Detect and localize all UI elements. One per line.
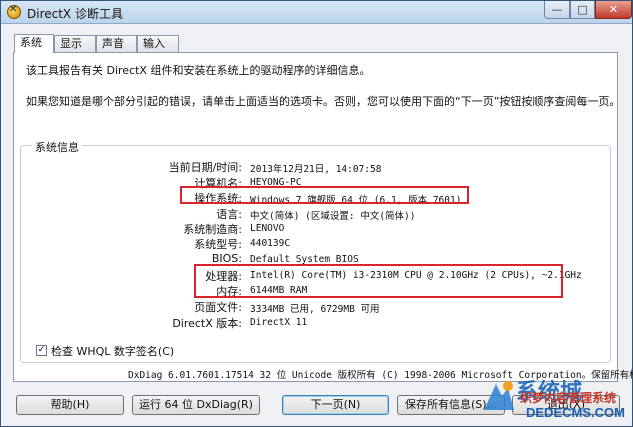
system-info-group-label: 系统信息	[32, 139, 82, 155]
directx-icon	[7, 4, 21, 19]
row-label-language: 语言:	[216, 208, 242, 221]
window-title: DirectX 诊断工具	[27, 7, 123, 21]
row-value-datetime: 2013年12月21日, 14:07:58	[250, 164, 382, 175]
whql-checkbox-label[interactable]: 检查 WHQL 数字签名(C)	[51, 343, 174, 359]
intro-text-1: 该工具报告有关 DirectX 组件和安装在系统上的驱动程序的详细信息。	[26, 64, 371, 77]
row-label-datetime: 当前日期/时间:	[168, 161, 242, 174]
title-bar[interactable]: DirectX 诊断工具 — □ ✕	[1, 1, 632, 24]
tab-display[interactable]: 显示	[54, 35, 96, 52]
help-button[interactable]: 帮助(H)	[16, 395, 124, 415]
site-watermark: 系统城 织梦内容管理系统 DEDECMS.COM	[478, 372, 633, 427]
watermark-url: DEDECMS.COM	[526, 405, 625, 420]
intro-text-2: 如果您知道是哪个部分引起的错误，请单击上面适当的选项卡。否则，您可以使用下面的“…	[26, 95, 621, 108]
watermark-logo-icon	[484, 381, 514, 410]
row-value-language: 中文(简体) (区域设置: 中文(简体))	[250, 211, 416, 222]
tab-system[interactable]: 系统	[14, 34, 54, 53]
highlight-box-cpu-memory	[194, 264, 563, 298]
whql-checkbox[interactable]: ✓	[36, 345, 47, 356]
row-label-manufacturer: 系统制造商:	[183, 223, 242, 236]
row-label-directx-version: DirectX 版本:	[172, 317, 242, 330]
next-page-button[interactable]: 下一页(N)	[282, 395, 389, 415]
row-label-model: 系统型号:	[194, 238, 242, 251]
row-value-directx-version: DirectX 11	[250, 317, 308, 328]
run-64bit-dxdiag-button[interactable]: 运行 64 位 DxDiag(R)	[132, 395, 260, 415]
tab-input[interactable]: 输入	[137, 35, 179, 52]
row-label-page-file: 页面文件:	[194, 301, 242, 314]
highlight-box-os	[180, 186, 469, 204]
watermark-tagline: 织梦内容管理系统	[520, 391, 617, 405]
tab-sound[interactable]: 声音	[96, 35, 137, 52]
row-value-page-file: 3334MB 已用, 6729MB 可用	[250, 304, 380, 315]
minimize-button[interactable]: —	[544, 1, 570, 19]
maximize-button[interactable]: □	[570, 1, 595, 19]
row-value-manufacturer: LENOVO	[250, 223, 285, 234]
row-value-model: 440139C	[250, 238, 291, 249]
close-button[interactable]: ✕	[595, 1, 632, 19]
